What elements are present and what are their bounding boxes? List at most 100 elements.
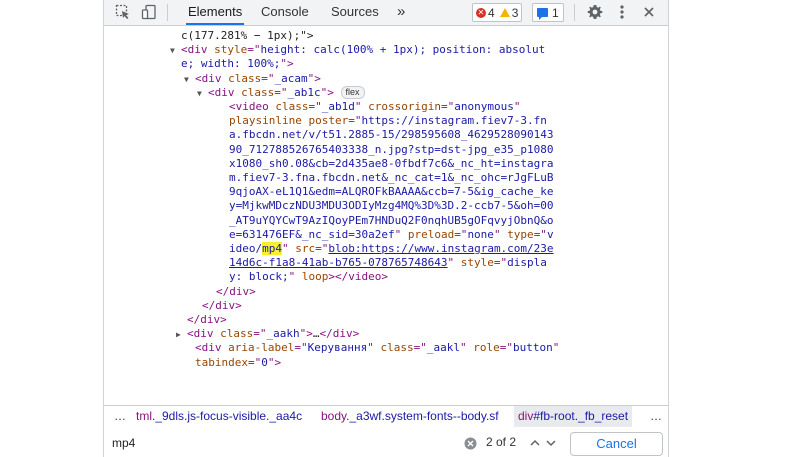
- dom-node-line[interactable]: e; width: 100%;">: [181, 57, 294, 71]
- error-count: 4: [488, 5, 495, 20]
- expand-triangle-icon[interactable]: ▼: [184, 73, 193, 87]
- breadcrumb-more[interactable]: …: [650, 406, 662, 427]
- tag-markup: ">: [280, 57, 294, 71]
- tab-elements[interactable]: Elements: [186, 0, 245, 25]
- tag-markup: ": [493, 227, 508, 241]
- attribute-value: _acam: [274, 71, 308, 85]
- attribute-value: a.fbcdn.net/v/t51.2885-15/298595608_4629…: [229, 128, 554, 142]
- dom-node-line[interactable]: playsinline poster="https://instagram.fi…: [229, 114, 547, 128]
- next-match-icon[interactable]: [544, 436, 558, 450]
- dom-node-line[interactable]: 9qjoAX-eL1Q1&edm=ALQROFkBAAAA&ccb=7-5&ig…: [229, 185, 554, 199]
- dom-tree[interactable]: c(177.281% − 1px);"> ▼ <div style="height:…: [104, 26, 668, 405]
- tag-markup: </div>: [319, 327, 360, 341]
- attribute-value: ideo/: [229, 242, 263, 255]
- dom-node-line[interactable]: 90_712788526765403338_n.jpg?stp=dst-jpg_…: [229, 143, 554, 157]
- warning-icon: [499, 8, 510, 17]
- dom-node-line[interactable]: <div aria-label="Керування" class="_aakl…: [195, 341, 559, 355]
- dom-node-line[interactable]: </div>: [216, 285, 256, 299]
- tag-markup: ">: [299, 327, 313, 341]
- tag-markup: ">: [267, 355, 282, 369]
- attribute-name: style: [214, 43, 248, 57]
- breadcrumb-item-html[interactable]: tml._9dls.js-focus-visible._aa4c: [136, 406, 302, 427]
- tag-markup: ": [552, 341, 560, 355]
- blob-link[interactable]: 14d6c-f1a8-41ab-b765-078765748643: [229, 256, 448, 269]
- dom-node-line[interactable]: e=631476EF&_nc_sid=30a2ef" preload="none…: [229, 228, 554, 242]
- text-content: [334, 86, 341, 99]
- attribute-value: Керування: [307, 341, 368, 355]
- attribute-name: preload: [407, 227, 455, 241]
- dom-node-line[interactable]: _AT9uYQYCwT9AzIQoyPEm7HNDuQ2F0nqhUB5gOFq…: [229, 214, 554, 228]
- blob-link[interactable]: blob:https://www.instagram.com/23e: [328, 242, 553, 255]
- search-input[interactable]: [112, 434, 472, 451]
- attribute-value: y=MjkwMDczNDU3MDU3ODIyMzg4MQ%3D%3D.2-ccb…: [229, 199, 554, 213]
- close-icon[interactable]: [640, 3, 658, 21]
- breadcrumb-more[interactable]: …: [114, 406, 126, 427]
- tag-markup: =": [274, 85, 288, 99]
- dom-node-line[interactable]: m.fiev7-3.fna.fbcdn.net&_nc_cat=1&_nc_oh…: [229, 171, 554, 185]
- tab-sources[interactable]: Sources: [329, 0, 381, 25]
- dom-node-line[interactable]: a.fbcdn.net/v/t51.2885-15/298595608_4629…: [229, 128, 554, 142]
- attribute-value: e=631476EF&_nc_sid=30a2ef: [229, 227, 395, 241]
- tag-markup: ">: [320, 85, 334, 99]
- dom-node-line[interactable]: y=MjkwMDczNDU3MDU3ODIyMzg4MQ%3D%3D.2-ccb…: [229, 199, 554, 213]
- attribute-value: x1080_sh0.08&cb=2d435ae8-0fbdf7c6&_nc_ht…: [229, 156, 554, 170]
- dom-node-line[interactable]: tabindex="0">: [195, 356, 281, 370]
- attribute-value: v: [546, 227, 554, 241]
- tag-markup: =": [499, 341, 513, 355]
- attribute-value: _ab1c: [287, 85, 321, 99]
- attribute-name: crossorigin: [368, 100, 441, 113]
- dom-node-line[interactable]: ▼ <div class="_ab1c"> flex: [197, 85, 365, 101]
- messages-badge[interactable]: 1: [532, 3, 564, 22]
- attribute-value: y: block;: [229, 270, 289, 284]
- inspect-element-icon[interactable]: [114, 3, 132, 21]
- more-tabs-button[interactable]: »: [395, 0, 407, 25]
- dom-node-line[interactable]: <video class="_ab1d" crossorigin="anonym…: [229, 100, 520, 114]
- tag-markup: =": [308, 100, 322, 113]
- breadcrumb-item-div[interactable]: div#fb-root._fb_reset: [514, 406, 633, 427]
- attribute-name: class: [380, 341, 414, 355]
- dom-node-line[interactable]: ▼ <div style="height: calc(100% + 1px); p…: [170, 43, 545, 58]
- attribute-name: src: [295, 242, 316, 255]
- tag-markup: =": [315, 242, 329, 255]
- match-count: 2 of 2: [486, 435, 517, 449]
- cancel-button[interactable]: Cancel: [570, 432, 663, 456]
- device-toolbar-icon[interactable]: [140, 3, 158, 21]
- tag-markup: ></video>: [328, 270, 388, 284]
- gear-icon[interactable]: [586, 3, 604, 21]
- dom-node-line[interactable]: ▼ <div class="_acam">: [184, 71, 321, 87]
- dom-node-line[interactable]: y: block;" loop></video>: [229, 270, 388, 284]
- more-options-icon[interactable]: [613, 3, 631, 21]
- expand-triangle-icon[interactable]: ▼: [197, 87, 206, 101]
- attribute-value: 90_712788526765403338_n.jpg?stp=dst-jpg_…: [229, 142, 554, 156]
- tag-markup: </div>: [216, 284, 256, 298]
- tag-markup: =": [253, 327, 267, 341]
- tag-markup: ": [282, 242, 296, 255]
- breadcrumb-item-body[interactable]: body._a3wf.system-fonts--body.sf: [321, 406, 499, 427]
- tag-markup: =": [440, 100, 455, 113]
- dom-node-line[interactable]: x1080_sh0.08&cb=2d435ae8-0fbdf7c6&_nc_ht…: [229, 157, 554, 171]
- clear-search-icon[interactable]: [463, 436, 477, 450]
- tag-markup: <div: [195, 341, 229, 355]
- flex-badge[interactable]: flex: [340, 85, 365, 99]
- text-content: c(177.281% − 1px);">: [181, 29, 314, 42]
- tag-markup: =": [454, 227, 468, 241]
- dom-node-line[interactable]: </div>: [187, 313, 227, 327]
- attribute-value: 0: [261, 355, 268, 369]
- issues-badge[interactable]: ✕ 4 3: [472, 3, 523, 22]
- dom-node-line[interactable]: ▶ <div class="_aakh">…</div>: [176, 327, 360, 342]
- previous-match-icon[interactable]: [528, 436, 542, 450]
- dom-node-line[interactable]: 14d6c-f1a8-41ab-b765-078765748643" style…: [229, 256, 547, 270]
- attribute-value: https://instagram.fiev7-3.fn: [361, 114, 547, 128]
- expand-triangle-icon[interactable]: ▼: [170, 44, 179, 58]
- dom-node-line[interactable]: </div>: [202, 299, 242, 313]
- attribute-name: class: [241, 85, 275, 99]
- tag-markup: ": [447, 256, 461, 270]
- dom-node-line[interactable]: c(177.281% − 1px);">: [181, 29, 313, 43]
- tag-markup: ": [394, 227, 408, 241]
- tag-markup: <div: [187, 327, 221, 341]
- dom-node-line[interactable]: ideo/mp4" src="blob:https://www.instagra…: [229, 242, 554, 256]
- attribute-value: none: [467, 227, 494, 241]
- expand-triangle-icon[interactable]: ▶: [176, 328, 185, 342]
- tab-console[interactable]: Console: [259, 0, 311, 25]
- attribute-name: role: [473, 341, 500, 355]
